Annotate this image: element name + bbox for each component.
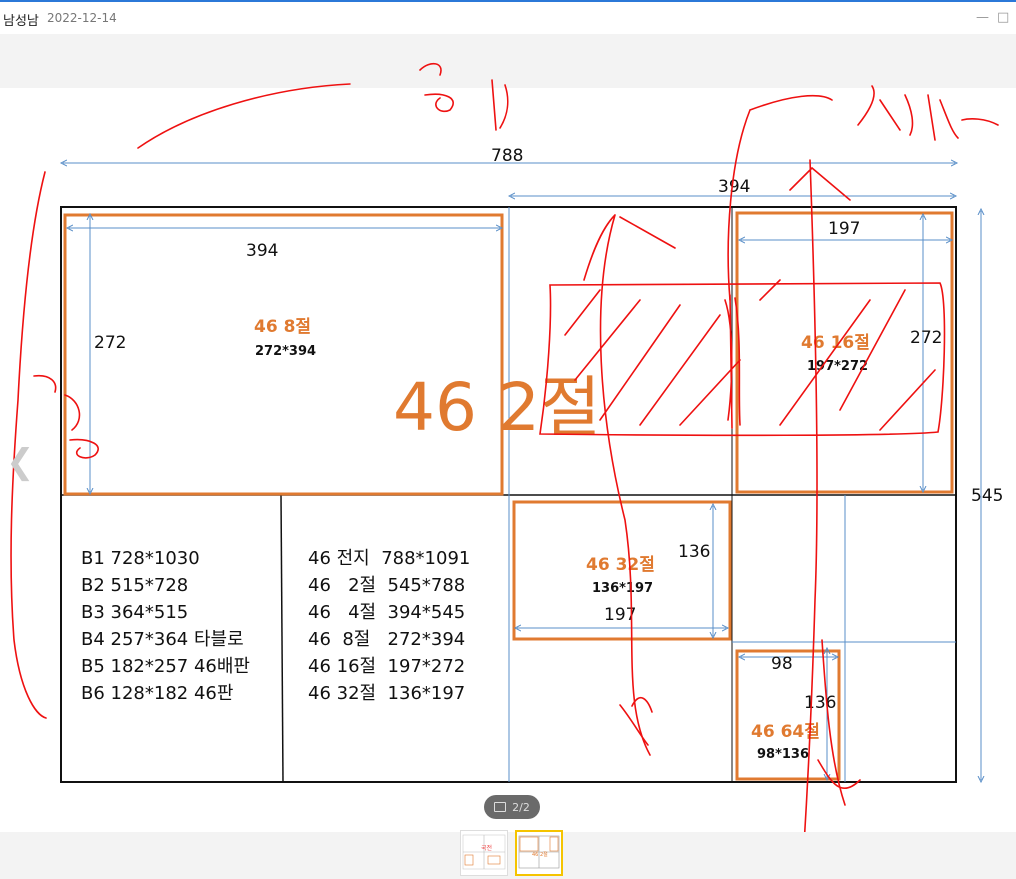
cell-8-size: 272*394 (255, 344, 316, 359)
b-list-item: B5 182*257 46배판 (81, 656, 250, 677)
s46-size-list: 46 전지 788*1091 46 2절 545*788 46 4절 394*5… (308, 548, 470, 704)
divider-left-vertical (280, 494, 284, 783)
cell-64-height-label: 136 (804, 693, 836, 713)
sheet-diagram: 788 394 545 394 272 46 8절 272*394 46 2절 … (10, 62, 1003, 846)
ink-long-line-left (583, 214, 676, 756)
cell-8-height-label: 272 (94, 333, 126, 353)
cell-32-name: 46 32절 (586, 554, 655, 575)
b-size-list: B1 728*1030 B2 515*728 B3 364*515 B4 257… (81, 548, 250, 704)
s46-list-item: 46 16절 197*272 (308, 656, 465, 677)
thumbnail-page-1[interactable]: 국전 (460, 830, 508, 876)
s46-list-item: 46 8절 272*394 (308, 629, 465, 650)
ink-word-height (857, 85, 999, 141)
page-indicator-text: 2/2 (512, 800, 530, 814)
previous-page-arrow-icon[interactable]: ❮ (6, 445, 35, 479)
b-list-item: B4 257*364 타블로 (81, 629, 244, 650)
cell-16-height-label: 272 (910, 328, 942, 348)
b-list-item: B2 515*728 (81, 575, 188, 596)
b-list-item: B3 364*515 (81, 602, 188, 623)
thumbnail-page-2-selected[interactable]: 46 2절 (515, 830, 563, 876)
cell-16-name: 46 16절 (801, 332, 870, 353)
handwritten-annotations (10, 62, 999, 846)
cell-32-size: 136*197 (592, 581, 653, 596)
ink-word-width (419, 62, 509, 131)
cell-16-width-label: 197 (828, 219, 860, 239)
thumbnail-1-label: 국전 (481, 844, 492, 852)
cell-64-size: 98*136 (757, 747, 809, 762)
dim-545-label: 545 (971, 486, 1003, 506)
b-list-item: B6 128*182 46판 (81, 683, 233, 704)
ink-hatch-strokes (564, 279, 936, 431)
s46-list-item: 46 32절 136*197 (308, 683, 465, 704)
thumbnail-2-preview: 46 2절 (518, 835, 560, 869)
cell-8-width-label: 394 (246, 241, 278, 261)
cell-8-name: 46 8절 (254, 316, 311, 337)
thumbnail-strip (0, 832, 1016, 879)
dim-394-top-label: 394 (718, 177, 750, 197)
dim-788-label: 788 (491, 146, 523, 166)
thumbnail-2-label: 46 2절 (532, 851, 548, 858)
image-icon (494, 802, 507, 812)
ink-bottom-stroke (619, 696, 653, 746)
s46-list-item: 46 전지 788*1091 (308, 548, 470, 569)
page-indicator-badge: 2/2 (484, 795, 540, 819)
s46-list-item: 46 4절 394*545 (308, 602, 465, 623)
cell-32-height-label: 136 (678, 542, 710, 562)
cell-64-width-label: 98 (771, 654, 793, 674)
ink-arc-top (137, 83, 351, 149)
s46-list-item: 46 2절 545*788 (308, 575, 465, 596)
b-list-item: B1 728*1030 (81, 548, 200, 569)
thumbnail-1-preview: 국전 (462, 834, 506, 870)
